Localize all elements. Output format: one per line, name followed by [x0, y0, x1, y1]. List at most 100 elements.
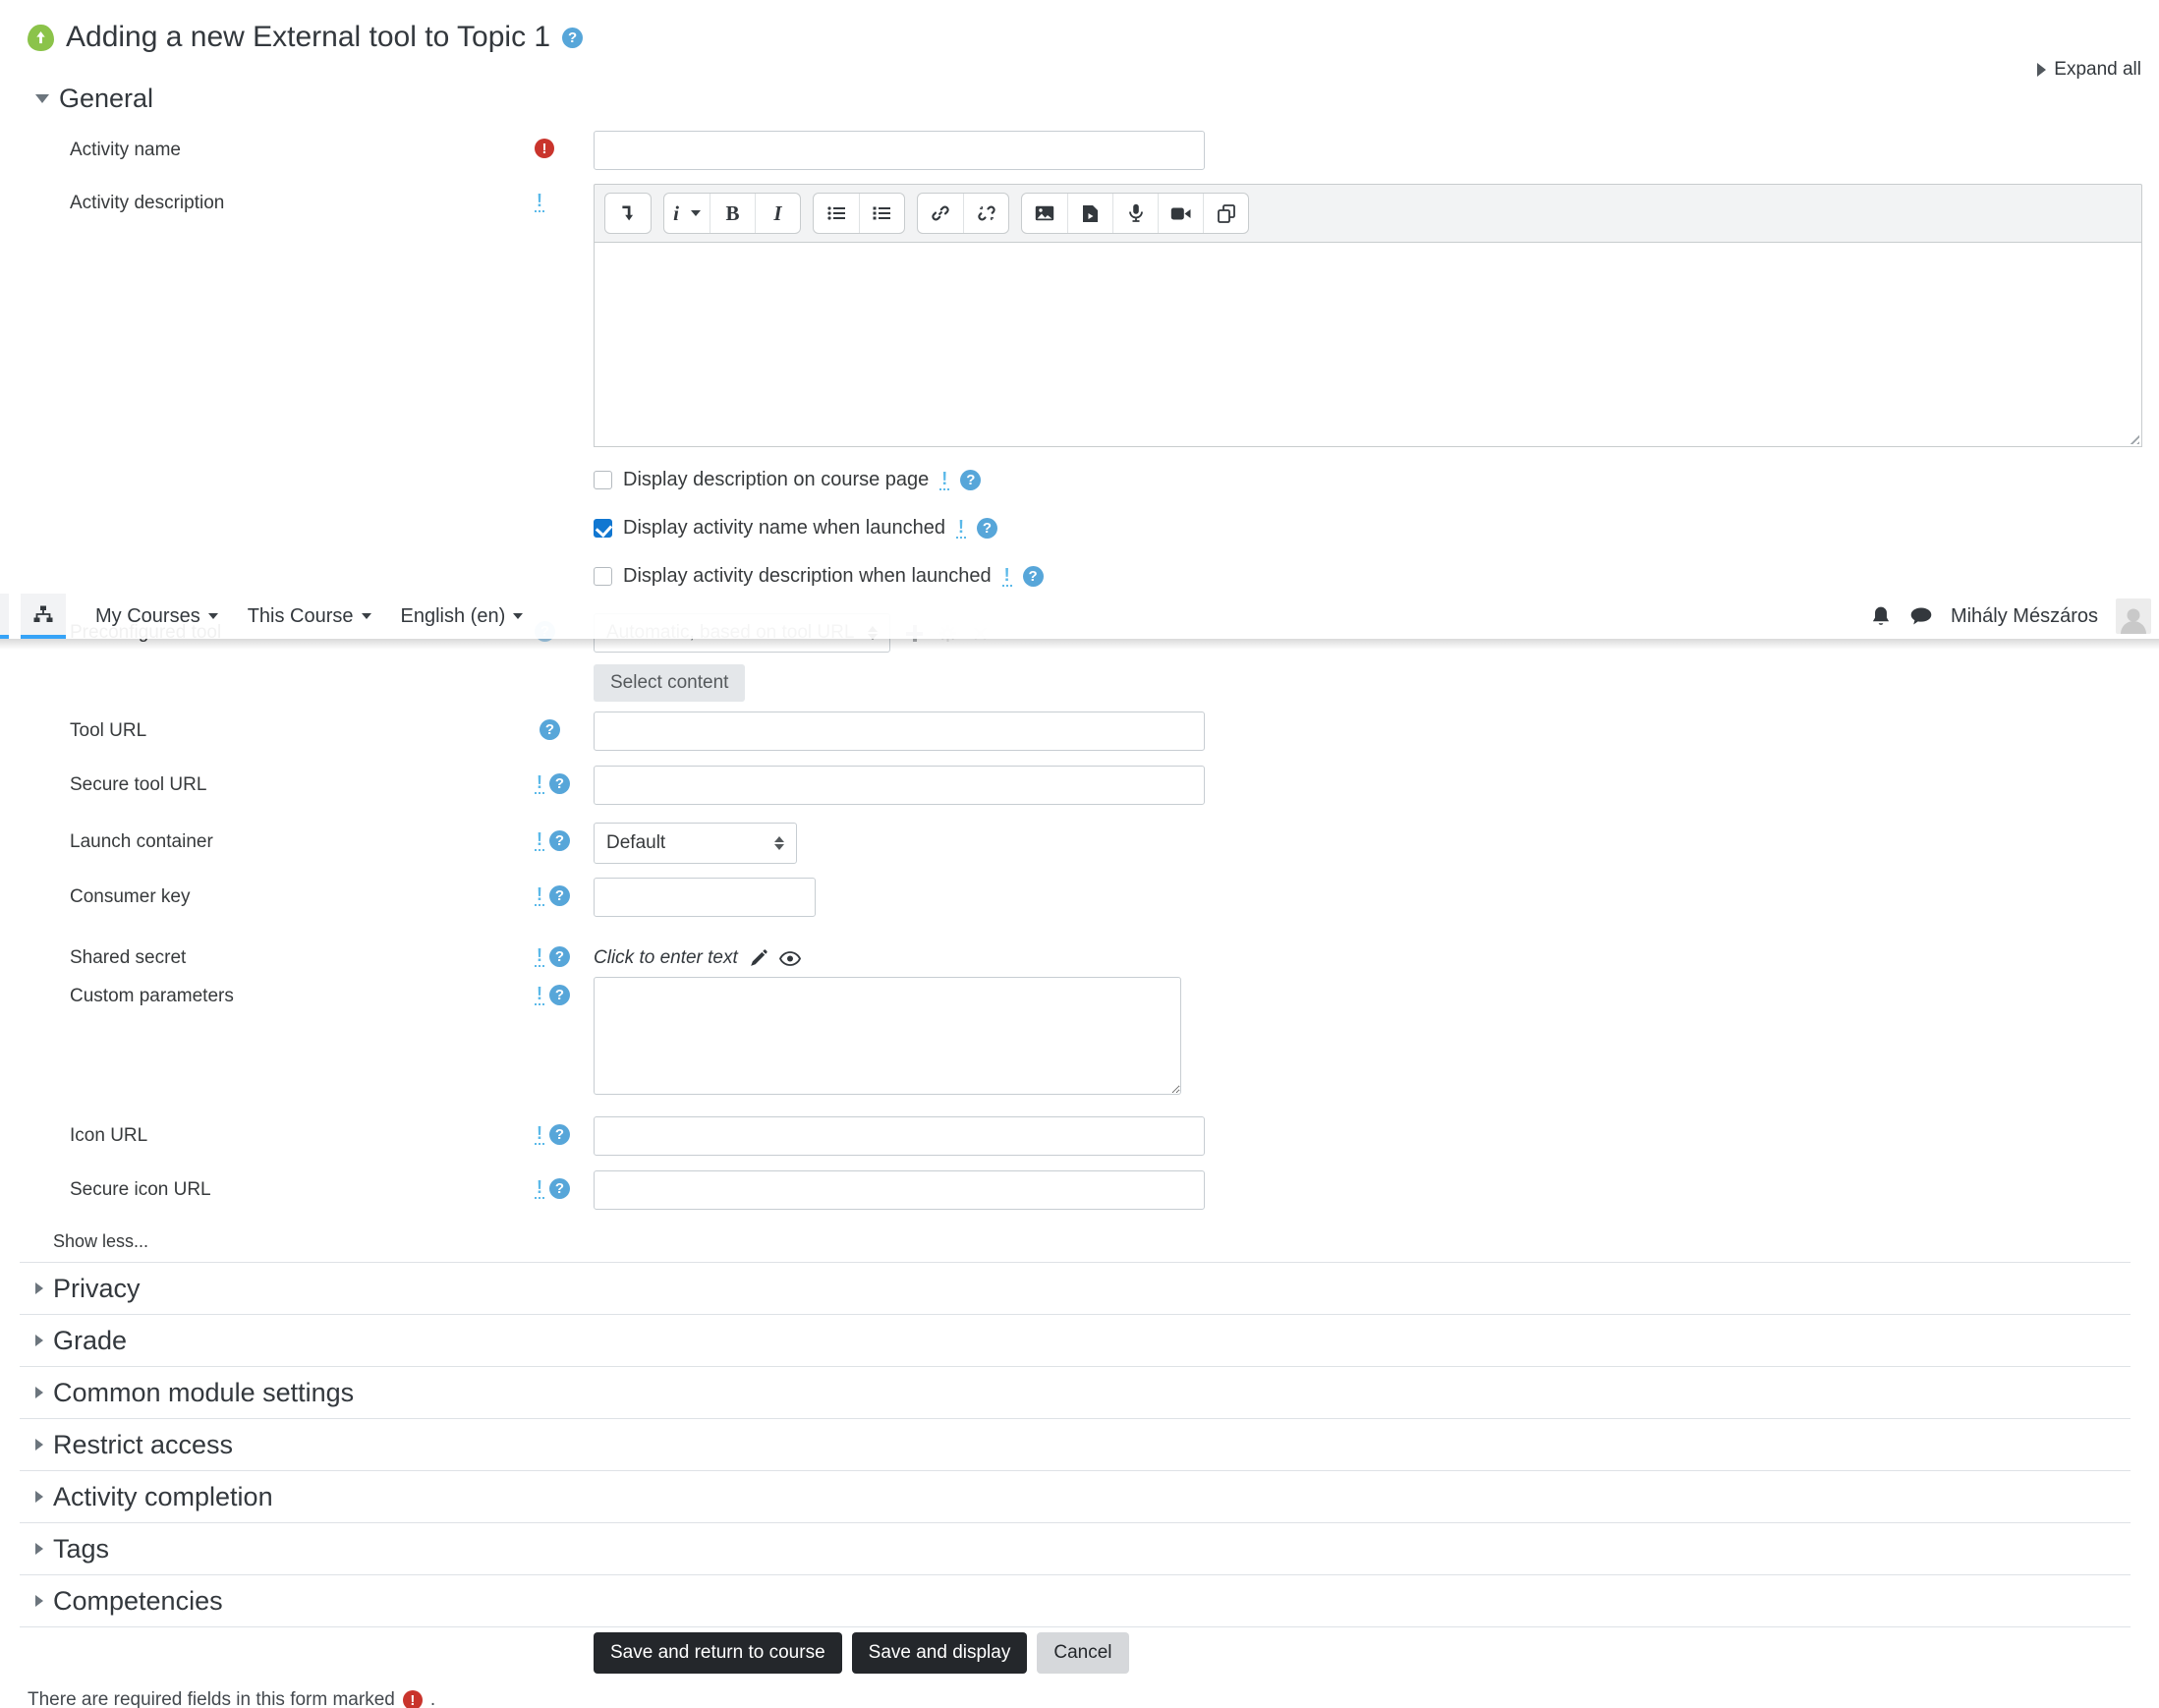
help-icon[interactable]: ?	[1022, 566, 1044, 587]
form-actions: Save and return to course Save and displ…	[594, 1632, 2159, 1674]
icon-url-input[interactable]	[594, 1116, 1205, 1156]
navbar: My Courses This Course English (en) Mihá…	[0, 594, 2159, 650]
advanced-icon: !	[955, 517, 966, 539]
record-video-button[interactable]	[1158, 194, 1203, 233]
user-name[interactable]: Mihály Mészáros	[1951, 605, 2098, 628]
help-icon[interactable]: ?	[562, 27, 584, 48]
editor-toolbar: i B I	[594, 184, 2142, 243]
record-audio-button[interactable]	[1112, 194, 1158, 233]
launch-container-value: Default	[606, 832, 666, 853]
select-content-button[interactable]: Select content	[594, 664, 746, 702]
advanced-icon: !	[1001, 565, 1012, 587]
unlink-button[interactable]	[963, 194, 1008, 233]
launch-container-select[interactable]: Default	[594, 823, 797, 864]
page-header: Adding a new External tool to Topic 1 ?	[28, 16, 2159, 59]
section-tags-label: Tags	[53, 1533, 110, 1564]
chevron-right-icon	[35, 1335, 43, 1346]
consumer-key-input[interactable]	[594, 878, 816, 917]
ordered-list-button[interactable]	[859, 194, 904, 233]
consumer-key-label: Consumer key	[70, 886, 191, 907]
expand-all-label: Expand all	[2054, 59, 2141, 80]
help-icon[interactable]: ?	[549, 985, 570, 1005]
secure-tool-url-label: Secure tool URL	[70, 774, 207, 795]
editor-content-area[interactable]	[594, 243, 2142, 447]
section-common-module-settings[interactable]: Common module settings	[20, 1366, 2131, 1418]
notifications-bell-icon[interactable]	[1870, 605, 1892, 628]
advanced-icon: !	[535, 1123, 544, 1145]
nav-tab-partial[interactable]	[0, 594, 9, 639]
help-icon[interactable]: ?	[540, 719, 560, 740]
save-and-display-button[interactable]: Save and display	[851, 1632, 1028, 1674]
page-title: Adding a new External tool to Topic 1	[66, 21, 551, 53]
eye-icon[interactable]	[778, 950, 801, 966]
help-icon[interactable]: ?	[549, 1124, 570, 1145]
shared-secret-edit-text[interactable]: Click to enter text	[594, 947, 738, 969]
help-icon[interactable]: ?	[976, 518, 997, 539]
chevron-right-icon	[2037, 63, 2047, 77]
help-icon[interactable]: ?	[549, 885, 570, 906]
section-privacy[interactable]: Privacy	[20, 1262, 2131, 1314]
chevron-right-icon	[35, 1595, 43, 1607]
section-tags[interactable]: Tags	[20, 1522, 2131, 1574]
messages-icon[interactable]	[1909, 606, 1933, 626]
show-less-link[interactable]: Show less...	[53, 1231, 148, 1252]
activity-name-input[interactable]	[594, 131, 1205, 170]
secure-tool-url-input[interactable]	[594, 766, 1205, 805]
tool-url-input[interactable]	[594, 712, 1205, 751]
bold-button[interactable]: B	[710, 194, 755, 233]
manage-files-button[interactable]	[1203, 194, 1248, 233]
help-icon[interactable]: ?	[549, 946, 570, 967]
help-icon[interactable]: ?	[549, 830, 570, 851]
required-fields-note: There are required fields in this form m…	[28, 1689, 2159, 1708]
section-restrict-access[interactable]: Restrict access	[20, 1418, 2131, 1470]
insert-image-button[interactable]	[1022, 194, 1067, 233]
chevron-right-icon	[35, 1439, 43, 1451]
nav-language[interactable]: English (en)	[401, 605, 524, 628]
avatar[interactable]	[2116, 598, 2151, 634]
secure-icon-url-input[interactable]	[594, 1170, 1205, 1210]
required-note-period: .	[429, 1689, 436, 1708]
unordered-list-button[interactable]	[814, 194, 859, 233]
chevron-right-icon	[35, 1387, 43, 1398]
collapsed-sections: Privacy Grade Common module settings Res…	[20, 1262, 2131, 1627]
custom-parameters-textarea[interactable]	[594, 977, 1181, 1095]
caret-down-icon	[513, 613, 524, 619]
custom-parameters-label: Custom parameters	[70, 986, 234, 1006]
section-competencies[interactable]: Competencies	[20, 1574, 2131, 1626]
help-icon[interactable]: ?	[960, 470, 982, 490]
launch-container-row: Launch container !? Default	[0, 823, 2159, 864]
save-and-return-button[interactable]: Save and return to course	[594, 1632, 842, 1674]
icon-url-row: Icon URL !?	[0, 1116, 2159, 1156]
display-activity-name-checkbox[interactable]	[594, 519, 612, 538]
section-activity-completion-label: Activity completion	[53, 1481, 273, 1511]
site-map-icon[interactable]	[21, 594, 66, 639]
section-general[interactable]: General	[35, 81, 2159, 116]
section-grade-label: Grade	[53, 1325, 128, 1355]
advanced-icon: !	[535, 191, 544, 212]
link-button[interactable]	[918, 194, 963, 233]
tool-url-row: Tool URL ?	[0, 712, 2159, 751]
description-editor: i B I	[594, 184, 2142, 447]
display-description-label: Display description on course page	[623, 469, 930, 490]
nav-my-courses[interactable]: My Courses	[95, 605, 218, 628]
advanced-icon: !	[535, 945, 544, 967]
insert-media-button[interactable]	[1067, 194, 1112, 233]
section-activity-completion[interactable]: Activity completion	[20, 1470, 2131, 1522]
secure-icon-url-row: Secure icon URL !?	[0, 1170, 2159, 1210]
pencil-icon[interactable]	[750, 949, 767, 967]
paragraph-style-button[interactable]: i	[664, 194, 710, 233]
display-activity-name-label: Display activity name when launched	[623, 517, 945, 539]
section-grade[interactable]: Grade	[20, 1314, 2131, 1366]
expand-all-link[interactable]: Expand all	[2037, 59, 2141, 81]
nav-this-course[interactable]: This Course	[248, 605, 371, 628]
advanced-icon: !	[535, 984, 544, 1005]
display-description-checkbox[interactable]	[594, 471, 612, 489]
help-icon[interactable]: ?	[549, 773, 570, 794]
italic-button[interactable]: I	[755, 194, 800, 233]
cancel-button[interactable]: Cancel	[1037, 1632, 1129, 1674]
collapse-toolbar-button[interactable]	[605, 194, 651, 233]
help-icon[interactable]: ?	[549, 1178, 570, 1199]
italic-letter: I	[773, 200, 782, 225]
display-activity-description-checkbox[interactable]	[594, 567, 612, 586]
activity-description-label: Activity description	[70, 193, 225, 213]
